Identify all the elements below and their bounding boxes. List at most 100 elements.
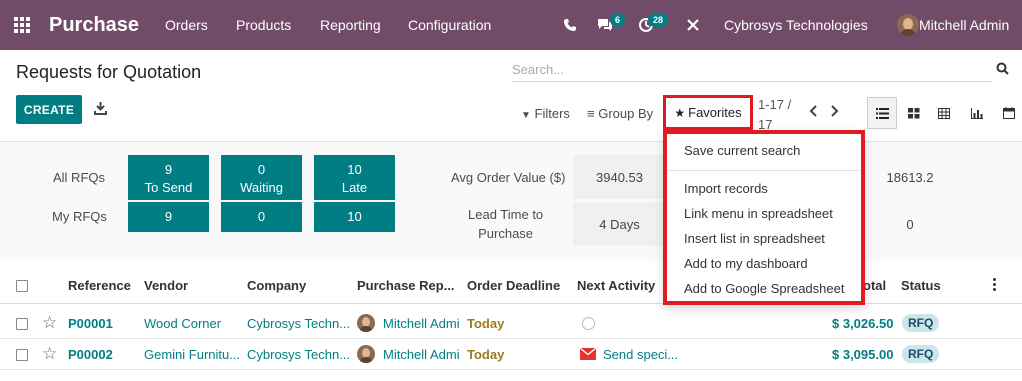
tile-my-late[interactable]: 10 (314, 202, 395, 232)
groupby-button[interactable]: ≡ Group By (587, 106, 653, 121)
calendar-view-icon[interactable] (994, 97, 1022, 129)
row-order-deadline: Today (467, 347, 505, 362)
add-to-dashboard[interactable]: Add to my dashboard (684, 256, 808, 271)
select-all-checkbox[interactable] (16, 280, 28, 292)
column-reference[interactable]: Reference (68, 278, 131, 293)
column-purchase-rep[interactable]: Purchase Rep... (357, 278, 455, 293)
column-status[interactable]: Status (901, 278, 941, 293)
graph-view-icon[interactable] (962, 97, 992, 129)
column-total[interactable]: otal (863, 278, 886, 293)
avatar (357, 345, 375, 366)
avg-order-label: Avg Order Value ($) (451, 170, 566, 185)
clock-icon[interactable] (582, 317, 595, 330)
dropdown-divider (667, 170, 861, 171)
stat-right-bottom: 0 (906, 216, 914, 232)
tile-my-to-send[interactable]: 9 (128, 202, 209, 232)
star-icon: ★ (674, 105, 686, 120)
avg-order-value: 3940.53 (573, 155, 666, 199)
menu-products[interactable]: Products (236, 0, 291, 50)
mail-icon[interactable] (580, 347, 596, 363)
lead-time-label-line1: Lead Time to (468, 207, 544, 222)
table-row[interactable] (0, 370, 1022, 381)
tile-waiting-count: 0 (257, 162, 266, 177)
chevron-right-icon[interactable] (830, 104, 840, 122)
add-to-google-spreadsheet[interactable]: Add to Google Spreadsheet (684, 281, 844, 296)
column-vendor[interactable]: Vendor (144, 278, 188, 293)
menu-reporting[interactable]: Reporting (320, 0, 381, 50)
apps-grid-icon[interactable] (14, 0, 34, 50)
row-company: Cybrosys Techn... (247, 347, 351, 362)
pager-value[interactable]: 1-17 / 17 (758, 95, 802, 135)
search-input[interactable] (512, 58, 992, 82)
kebab-icon[interactable] (993, 278, 997, 293)
tile-my-waiting[interactable]: 0 (221, 202, 302, 232)
user-menu[interactable]: Mitchell Admin (919, 0, 1009, 50)
row-total: $ 3,026.50 (832, 316, 894, 331)
row-reference: P00002 (68, 347, 113, 362)
table-row[interactable]: ☆ P00001 Wood Corner Cybrosys Techn... M… (0, 308, 1022, 339)
lead-time-label-line2: Purchase (478, 226, 534, 241)
insert-list-spreadsheet[interactable]: Insert list in spreadsheet (684, 231, 825, 246)
download-icon[interactable] (94, 101, 107, 118)
status-badge: RFQ (902, 345, 940, 363)
filters-button[interactable]: ▼ Filters (521, 106, 570, 121)
table-header: Reference Vendor Company Purchase Rep...… (0, 268, 1022, 304)
menu-orders[interactable]: Orders (165, 0, 208, 50)
search-icon[interactable] (996, 62, 1009, 78)
row-vendor: Wood Corner (144, 316, 222, 331)
list-view-icon[interactable] (867, 97, 897, 129)
table-row[interactable]: ☆ P00002 Gemini Furnitu... Cybrosys Tech… (0, 339, 1022, 370)
import-records[interactable]: Import records (684, 181, 768, 196)
link-menu-spreadsheet[interactable]: Link menu in spreadsheet (684, 206, 833, 221)
pivot-view-icon[interactable] (929, 97, 959, 129)
filters-label: Filters (534, 106, 570, 121)
chat-count-badge: 6 (610, 13, 626, 27)
column-order-deadline[interactable]: Order Deadline (467, 278, 560, 293)
row-vendor: Gemini Furnitu... (144, 347, 241, 362)
app-brand[interactable]: Purchase (49, 0, 139, 50)
create-button[interactable]: CREATE (16, 95, 82, 124)
favorites-button[interactable]: ★ Favorites (663, 95, 753, 130)
tile-waiting[interactable]: 0 Waiting (221, 155, 302, 200)
tile-late[interactable]: 10 Late (314, 155, 395, 200)
menu-configuration[interactable]: Configuration (408, 0, 491, 50)
tools-icon[interactable] (686, 0, 700, 50)
row-checkbox[interactable] (16, 318, 28, 330)
groupby-label: Group By (598, 106, 654, 121)
tile-to-send-count: 9 (164, 162, 173, 177)
row-purchase-rep: Mitchell Admi (383, 316, 460, 331)
tile-late-label: Late (341, 180, 368, 195)
activity-count-badge: 28 (648, 13, 669, 27)
phone-icon[interactable] (563, 0, 577, 50)
chevron-left-icon[interactable] (808, 104, 818, 122)
lead-time-label: Lead Time to Purchase (468, 205, 543, 243)
star-icon[interactable]: ☆ (42, 344, 57, 364)
lead-time-value: 4 Days (573, 202, 666, 246)
tile-late-count: 10 (347, 162, 362, 177)
top-navbar: Purchase Orders Products Reporting Confi… (0, 0, 1022, 50)
save-current-search[interactable]: Save current search (684, 143, 800, 158)
page-title: Requests for Quotation (16, 62, 202, 82)
favorites-label: Favorites (688, 105, 742, 120)
stat-right-top: 18613.2 (886, 169, 934, 185)
favorites-dropdown: Save current search Import records Link … (663, 130, 865, 305)
group-by-icon: ≡ (587, 106, 595, 121)
kanban-view-icon[interactable] (899, 97, 929, 129)
row-total: $ 3,095.00 (832, 347, 894, 362)
row-company: Cybrosys Techn... (247, 316, 351, 331)
row-purchase-rep: Mitchell Admi (383, 347, 460, 362)
status-badge: RFQ (902, 314, 940, 332)
company-switcher[interactable]: Cybrosys Technologies (724, 0, 868, 50)
filter-icon: ▼ (521, 110, 531, 121)
column-next-activity[interactable]: Next Activity (577, 278, 655, 293)
tile-to-send[interactable]: 9 To Send (128, 155, 209, 200)
star-icon[interactable]: ☆ (42, 313, 57, 333)
avatar[interactable] (897, 0, 919, 50)
row-reference: P00001 (68, 316, 113, 331)
column-company[interactable]: Company (247, 278, 306, 293)
tile-to-send-label: To Send (144, 180, 193, 195)
row-order-deadline: Today (467, 316, 505, 331)
row-next-activity: Send speci... (603, 347, 679, 362)
all-rfqs-label: All RFQs (53, 170, 105, 185)
row-checkbox[interactable] (16, 349, 28, 361)
